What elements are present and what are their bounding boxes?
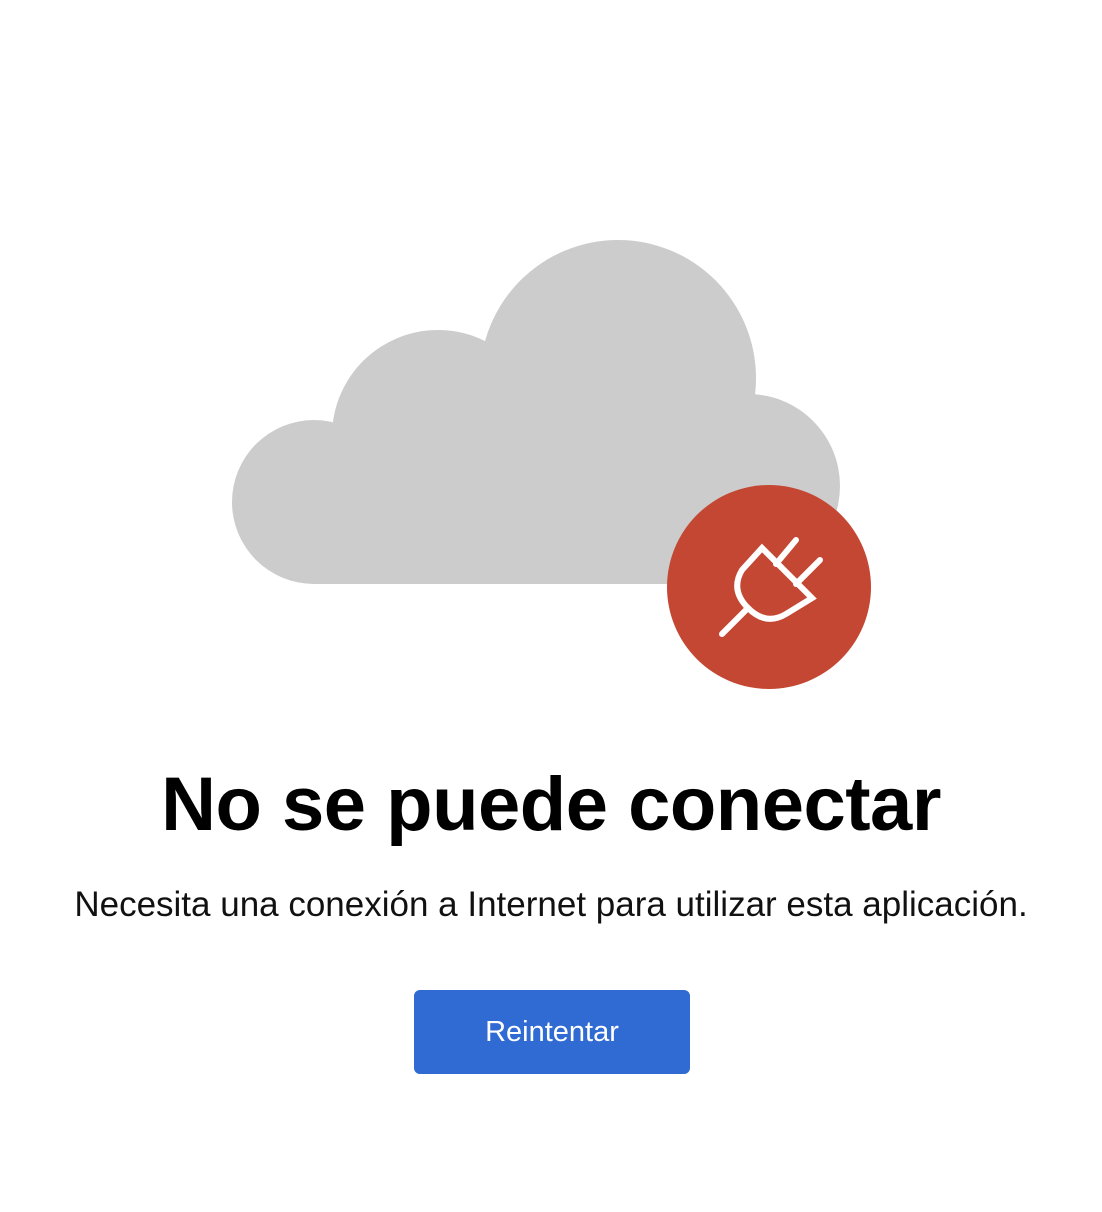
page-title: No se puede conectar	[161, 762, 941, 847]
offline-error-page: No se puede conectar Necesita una conexi…	[0, 0, 1102, 1212]
alert-badge	[667, 485, 871, 689]
offline-illustration	[232, 240, 871, 689]
error-message: Necesita una conexión a Internet para ut…	[74, 885, 1028, 924]
unplugged-plug-icon	[667, 485, 871, 689]
retry-button[interactable]: Reintentar	[414, 990, 690, 1074]
